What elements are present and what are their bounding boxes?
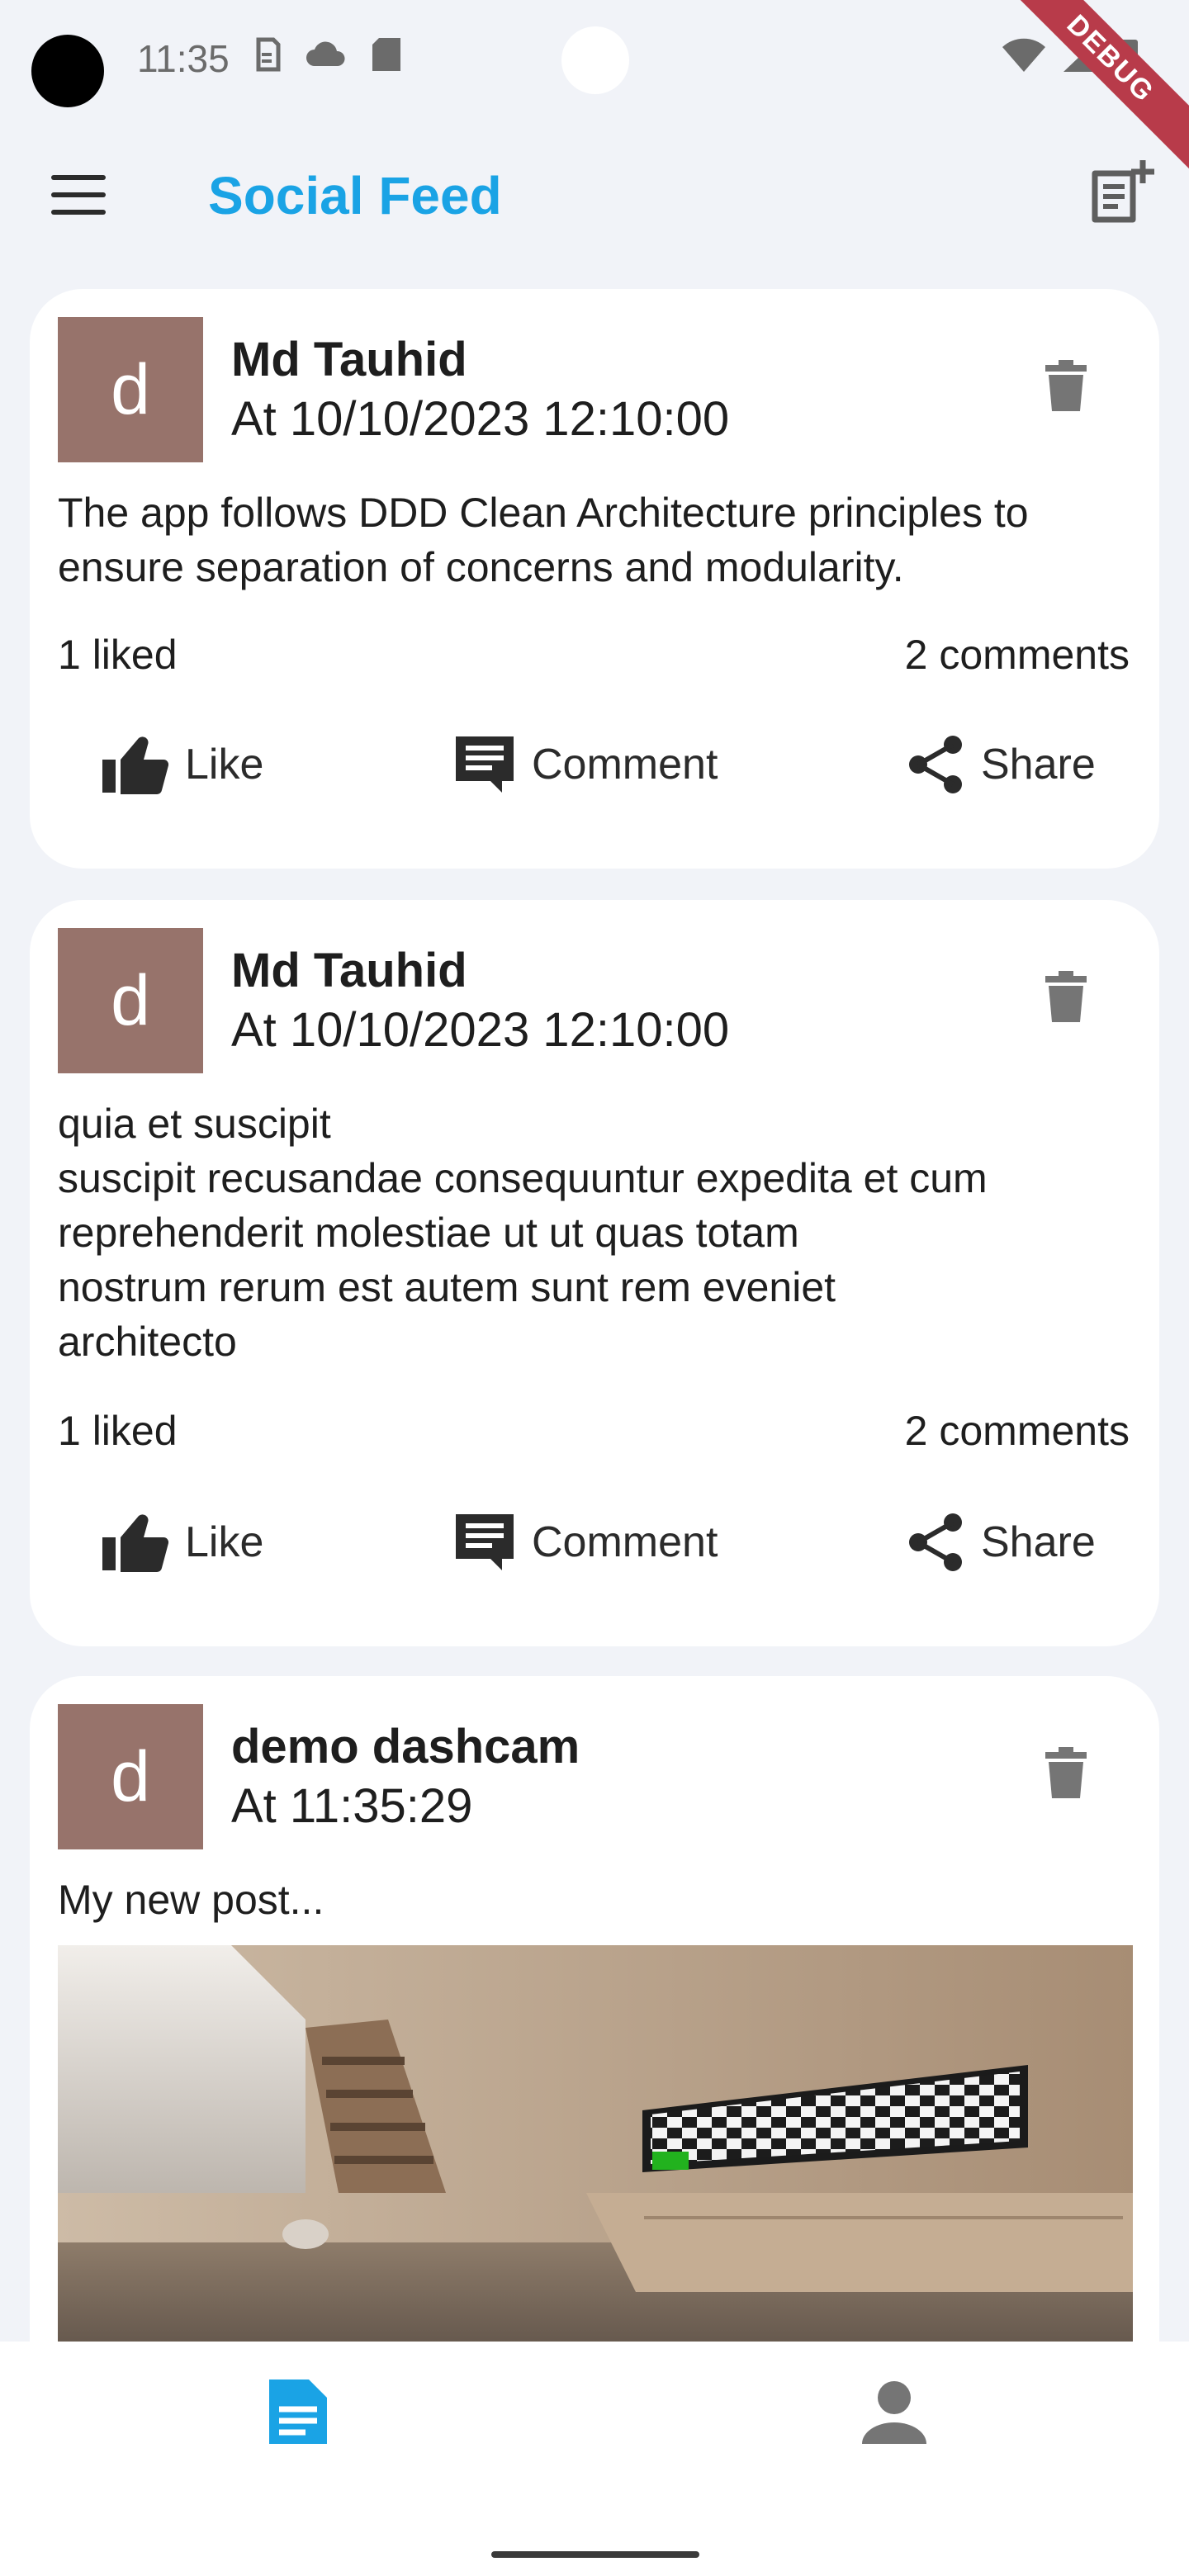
post-body: The app follows DDD Clean Architecture p… (58, 490, 1029, 590)
like-label: Like (185, 1518, 264, 1566)
room-photo (58, 1945, 1133, 2375)
avatar[interactable]: d (58, 928, 203, 1073)
cloud-icon (306, 41, 345, 66)
likes-count: 1 liked (58, 632, 178, 678)
add-post-icon[interactable] (1083, 155, 1159, 231)
comment-icon (456, 1514, 514, 1570)
avatar[interactable]: d (58, 1704, 203, 1849)
comment-icon (456, 736, 514, 793)
like-button[interactable]: Like (101, 735, 263, 794)
thumb-up-icon (102, 736, 168, 794)
post-timestamp: At 10/10/2023 12:10:00 (231, 392, 730, 446)
delete-icon[interactable] (1044, 1745, 1088, 1800)
post-body: My new post... (58, 1877, 324, 1923)
menu-icon[interactable] (51, 175, 106, 215)
post-timestamp: At 10/10/2023 12:10:00 (231, 1003, 730, 1057)
share-button[interactable]: Share (907, 735, 1096, 794)
comment-button[interactable]: Comment (454, 735, 718, 794)
post-timestamp: At 11:35:29 (231, 1779, 473, 1833)
comment-label: Comment (532, 741, 718, 788)
post-body: quia et suscipit suscipit recusandae con… (58, 1101, 988, 1365)
avatar[interactable]: d (58, 317, 203, 462)
sd-card-icon (372, 38, 400, 71)
profile-icon[interactable] (859, 2376, 930, 2447)
bottom-navigation (0, 2342, 1189, 2576)
wifi-icon (1002, 38, 1045, 72)
front-sensor (561, 26, 629, 94)
post-card: d demo dashcam At 11:35:29 My new post..… (30, 1676, 1159, 2419)
feed-icon[interactable] (263, 2376, 334, 2447)
comments-count: 2 comments (904, 1408, 1130, 1454)
likes-count: 1 liked (58, 1408, 178, 1454)
status-time: 11:35 (137, 37, 230, 80)
sim-icon (256, 37, 281, 72)
like-button[interactable]: Like (101, 1513, 263, 1572)
share-icon (909, 736, 962, 793)
share-label: Share (981, 741, 1096, 788)
comment-button[interactable]: Comment (454, 1513, 718, 1572)
author-name: demo dashcam (231, 1720, 580, 1773)
share-button[interactable]: Share (907, 1513, 1096, 1572)
comment-label: Comment (532, 1518, 718, 1566)
delete-icon[interactable] (1044, 358, 1088, 413)
share-label: Share (981, 1518, 1096, 1566)
post-card: d Md Tauhid At 10/10/2023 12:10:00 The a… (30, 289, 1159, 869)
status-bar: 11:35 DEBUG (0, 0, 1189, 171)
post-card: d Md Tauhid At 10/10/2023 12:10:00 quia … (30, 900, 1159, 1646)
home-indicator[interactable] (491, 2551, 699, 2558)
author-name: Md Tauhid (231, 944, 467, 997)
comments-count: 2 comments (904, 632, 1130, 678)
like-label: Like (185, 741, 264, 788)
post-image[interactable] (58, 1945, 1133, 2375)
page-title: Social Feed (208, 166, 502, 225)
delete-icon[interactable] (1044, 969, 1088, 1024)
camera-cutout (31, 35, 104, 107)
thumb-up-icon (102, 1514, 168, 1572)
status-notification-icons (252, 36, 402, 73)
author-name: Md Tauhid (231, 333, 467, 386)
app-bar: Social Feed (0, 124, 1189, 264)
share-icon (909, 1513, 962, 1571)
